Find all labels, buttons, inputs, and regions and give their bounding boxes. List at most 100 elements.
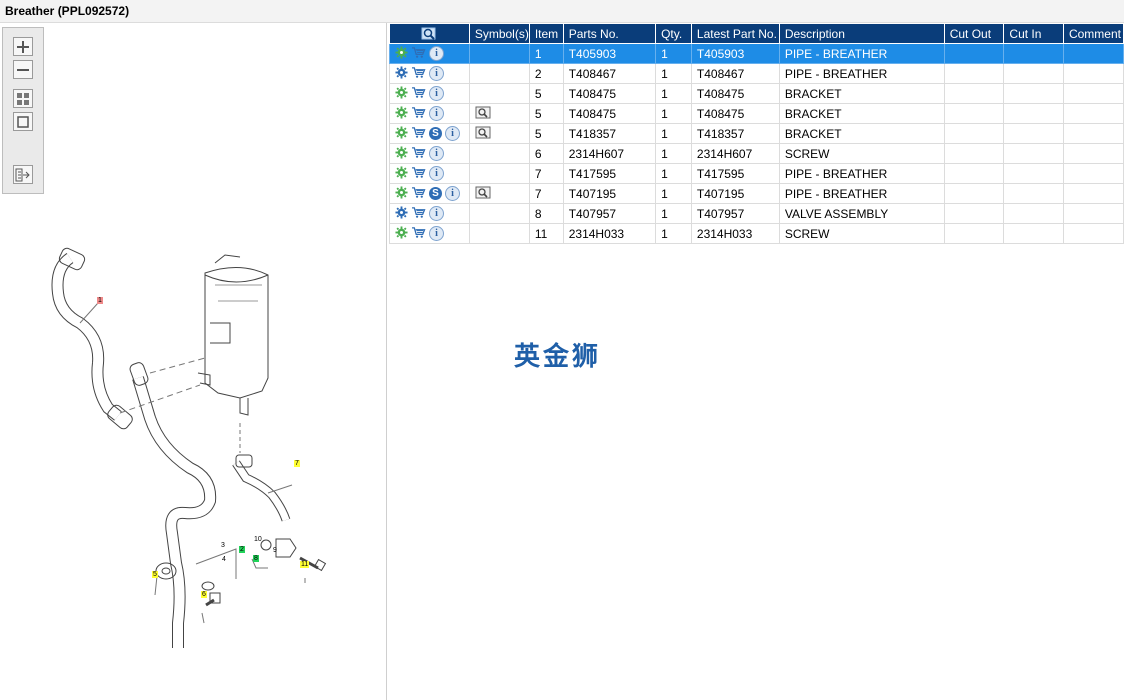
gear-button[interactable]: [395, 165, 408, 182]
symbol-button[interactable]: [475, 126, 491, 142]
add-to-cart-button[interactable]: [411, 186, 426, 202]
description-cell: BRACKET: [778, 103, 945, 124]
callout-11[interactable]: 11: [300, 561, 310, 568]
gear-button[interactable]: [395, 65, 408, 82]
illustration-viewer-icon: [475, 186, 491, 198]
cut-in-cell: [1003, 203, 1064, 224]
item-cell: 5: [528, 103, 564, 124]
add-to-cart-button[interactable]: [411, 126, 426, 142]
info-icon[interactable]: i: [429, 66, 444, 81]
info-icon[interactable]: i: [429, 146, 444, 161]
gear-button[interactable]: [395, 125, 408, 142]
gear-button[interactable]: [395, 85, 408, 102]
info-icon[interactable]: i: [445, 126, 460, 141]
callout-4[interactable]: 4: [222, 556, 226, 563]
column-header-cut-in[interactable]: Cut In: [1003, 23, 1064, 44]
callout-8[interactable]: 8: [253, 555, 259, 562]
add-to-cart-button[interactable]: [411, 146, 426, 162]
add-to-cart-button[interactable]: [411, 46, 426, 62]
column-header-qty[interactable]: Qty.: [655, 23, 692, 44]
column-header-comment[interactable]: Comment: [1062, 23, 1124, 44]
cut-out-cell: [943, 43, 1005, 64]
callout-9[interactable]: 9: [273, 547, 277, 554]
latest-part-no-cell: T408475: [690, 103, 780, 124]
latest-part-no-cell: T408467: [690, 63, 780, 84]
item-cell: 1: [528, 43, 564, 64]
parts-table: Symbol(s) Item Parts No. Qty. Latest Par…: [389, 23, 1124, 244]
column-header-symbols[interactable]: Symbol(s): [468, 23, 530, 44]
callout-1[interactable]: 1: [97, 297, 103, 304]
column-header-description[interactable]: Description: [778, 23, 945, 44]
column-header-parts-no[interactable]: Parts No.: [562, 23, 657, 44]
cut-out-cell: [943, 163, 1005, 184]
callout-7[interactable]: 7: [294, 460, 300, 467]
symbols-cell: [468, 103, 530, 124]
info-icon[interactable]: i: [429, 206, 444, 221]
row-actions-cell: i: [389, 223, 470, 244]
info-icon[interactable]: i: [429, 106, 444, 121]
supersession-icon[interactable]: S: [429, 127, 442, 140]
callout-6[interactable]: 6: [201, 591, 207, 598]
supersession-icon[interactable]: S: [429, 187, 442, 200]
diagram-pane[interactable]: 1 2 3 4 5 6 7 8 9 10 11: [0, 23, 387, 700]
info-icon[interactable]: i: [429, 226, 444, 241]
column-header-actions[interactable]: [389, 23, 470, 44]
cut-in-cell: [1003, 163, 1064, 184]
table-row[interactable]: S i 7 T407195 1 T407195 PIPE - BREATHER: [389, 183, 1124, 204]
table-row[interactable]: i 11 2314H033 1 2314H033 SCREW: [389, 223, 1124, 244]
shopping-cart-icon: [412, 46, 426, 58]
table-row[interactable]: i 2 T408467 1 T408467 PIPE - BREATHER: [389, 63, 1124, 84]
latest-part-no-cell: T418357: [690, 123, 780, 144]
cut-out-cell: [943, 63, 1005, 84]
item-cell: 6: [528, 143, 564, 164]
parts-no-cell: T407957: [562, 203, 657, 224]
add-to-cart-button[interactable]: [411, 106, 426, 122]
comment-cell: [1062, 43, 1124, 64]
symbols-cell: [468, 163, 530, 184]
parts-no-cell: T418357: [562, 123, 657, 144]
info-icon[interactable]: i: [429, 86, 444, 101]
qty-cell: 1: [655, 163, 692, 184]
cut-in-cell: [1003, 183, 1064, 204]
add-to-cart-button[interactable]: [411, 166, 426, 182]
callout-3[interactable]: 3: [221, 542, 225, 549]
add-to-cart-button[interactable]: [411, 86, 426, 102]
parts-table-body: i 1 T405903 1 T405903 PIPE - BREATHER i …: [389, 43, 1124, 244]
callout-10[interactable]: 10: [254, 536, 262, 543]
info-icon[interactable]: i: [429, 46, 444, 61]
column-header-cut-out[interactable]: Cut Out: [943, 23, 1005, 44]
add-to-cart-button[interactable]: [411, 66, 426, 82]
callout-5[interactable]: 5: [152, 571, 158, 578]
gear-button[interactable]: [395, 225, 408, 242]
column-header-latest-part-no[interactable]: Latest Part No.: [690, 23, 780, 44]
add-to-cart-button[interactable]: [411, 226, 426, 242]
table-row[interactable]: i 5 T408475 1 T408475 BRACKET: [389, 83, 1124, 104]
comment-cell: [1062, 123, 1124, 144]
gear-button[interactable]: [395, 45, 408, 62]
table-row[interactable]: i 8 T407957 1 T407957 VALVE ASSEMBLY: [389, 203, 1124, 224]
column-header-item[interactable]: Item: [528, 23, 564, 44]
info-icon[interactable]: i: [445, 186, 460, 201]
comment-cell: [1062, 83, 1124, 104]
table-row[interactable]: i 5 T408475 1 T408475 BRACKET: [389, 103, 1124, 124]
table-row[interactable]: i 6 2314H607 1 2314H607 SCREW: [389, 143, 1124, 164]
watermark: 英金狮: [514, 342, 602, 372]
parts-no-cell: T407195: [562, 183, 657, 204]
table-row[interactable]: i 1 T405903 1 T405903 PIPE - BREATHER: [389, 43, 1124, 64]
symbol-button[interactable]: [475, 186, 491, 202]
table-row[interactable]: S i 5 T418357 1 T418357 BRACKET: [389, 123, 1124, 144]
callout-2[interactable]: 2: [239, 546, 245, 553]
add-to-cart-button[interactable]: [411, 206, 426, 222]
comment-cell: [1062, 143, 1124, 164]
table-row[interactable]: i 7 T417595 1 T417595 PIPE - BREATHER: [389, 163, 1124, 184]
info-icon[interactable]: i: [429, 166, 444, 181]
gear-button[interactable]: [395, 105, 408, 122]
qty-cell: 1: [655, 63, 692, 84]
row-actions-cell: i: [389, 83, 470, 104]
qty-cell: 1: [655, 123, 692, 144]
gear-button[interactable]: [395, 145, 408, 162]
gear-button[interactable]: [395, 205, 408, 222]
symbol-button[interactable]: [475, 106, 491, 122]
gear-icon: [395, 105, 408, 119]
gear-button[interactable]: [395, 185, 408, 202]
